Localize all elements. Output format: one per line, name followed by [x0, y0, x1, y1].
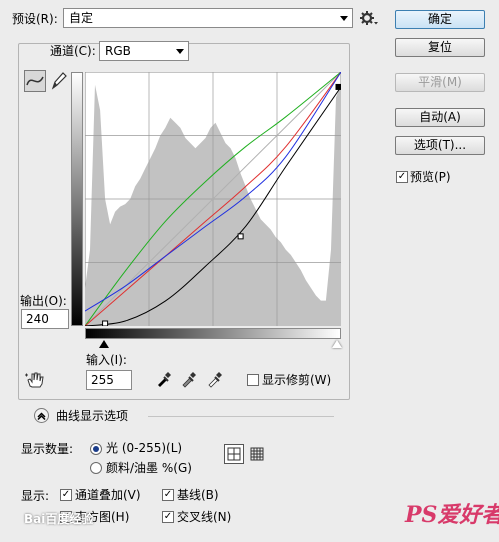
ok-button[interactable]: 确定 [395, 10, 485, 29]
reset-button[interactable]: 复位 [395, 38, 485, 57]
light-radio[interactable] [90, 443, 102, 455]
auto-button[interactable]: 自动(A) [395, 108, 485, 127]
show-amount-label: 显示数量: [21, 442, 74, 456]
preset-value: 自定 [69, 11, 94, 25]
black-point-slider[interactable] [99, 340, 109, 348]
chevron-down-icon [340, 16, 348, 21]
output-gradient-bar [71, 72, 83, 326]
curve-control-point[interactable] [102, 320, 109, 326]
channel-label: 通道(C): [48, 44, 98, 58]
watermark-left: Bai百度经验 [24, 512, 94, 526]
intersection-line-checkbox[interactable]: ✓ [162, 511, 174, 523]
pigment-radio-label: 颜料/油墨 %(G) [106, 461, 192, 475]
preview-label: 预览(P) [410, 170, 451, 184]
pencil-icon[interactable] [49, 70, 69, 92]
baseline-checkbox[interactable]: ✓ [162, 489, 174, 501]
black-eyedropper-icon[interactable] [155, 370, 173, 388]
curve-control-point[interactable] [237, 233, 244, 240]
input-field[interactable]: 255 [86, 370, 132, 390]
curve-point-tool-icon[interactable] [24, 70, 46, 92]
show-label: 显示: [21, 489, 50, 503]
preview-checkbox[interactable]: ✓ [396, 171, 408, 183]
chevron-down-icon [176, 49, 184, 54]
gear-icon[interactable] [359, 9, 379, 27]
input-label: 输入(I): [86, 353, 127, 367]
preset-select[interactable]: 自定 [63, 8, 353, 28]
input-gradient-bar [85, 328, 341, 339]
output-label: 输出(O): [20, 294, 67, 308]
pigment-radio[interactable] [90, 462, 102, 474]
channel-value: RGB [105, 44, 131, 58]
chevron-up-icon[interactable] [34, 408, 49, 423]
smooth-button[interactable]: 平滑(M) [395, 73, 485, 92]
baseline-label: 基线(B) [177, 488, 219, 502]
channel-select[interactable]: RGB [99, 41, 189, 61]
options-button[interactable]: 选项(T)... [395, 136, 485, 155]
divider [148, 416, 334, 417]
grid-detailed-icon[interactable] [249, 446, 265, 462]
show-clipping-checkbox[interactable] [247, 374, 259, 386]
preset-label: 预设(R): [12, 12, 58, 26]
output-field[interactable]: 240 [21, 309, 69, 329]
gray-eyedropper-icon[interactable] [180, 370, 198, 388]
watermark-right: PS爱好者 [405, 502, 499, 528]
light-radio-label: 光 (0-255)(L) [106, 441, 183, 455]
curves-graph[interactable] [85, 72, 341, 326]
intersection-line-label: 交叉线(N) [177, 510, 232, 524]
channel-overlays-label: 通道叠加(V) [75, 488, 141, 502]
curve-display-options-label: 曲线显示选项 [56, 409, 129, 423]
show-clipping-label: 显示修剪(W) [262, 373, 332, 387]
channel-overlays-checkbox[interactable]: ✓ [60, 489, 72, 501]
grid-simple-icon[interactable] [224, 444, 244, 464]
white-eyedropper-icon[interactable] [206, 370, 224, 388]
white-point-slider[interactable] [332, 340, 342, 348]
curve-control-point[interactable] [335, 83, 341, 90]
hand-adjust-icon[interactable] [24, 370, 48, 390]
